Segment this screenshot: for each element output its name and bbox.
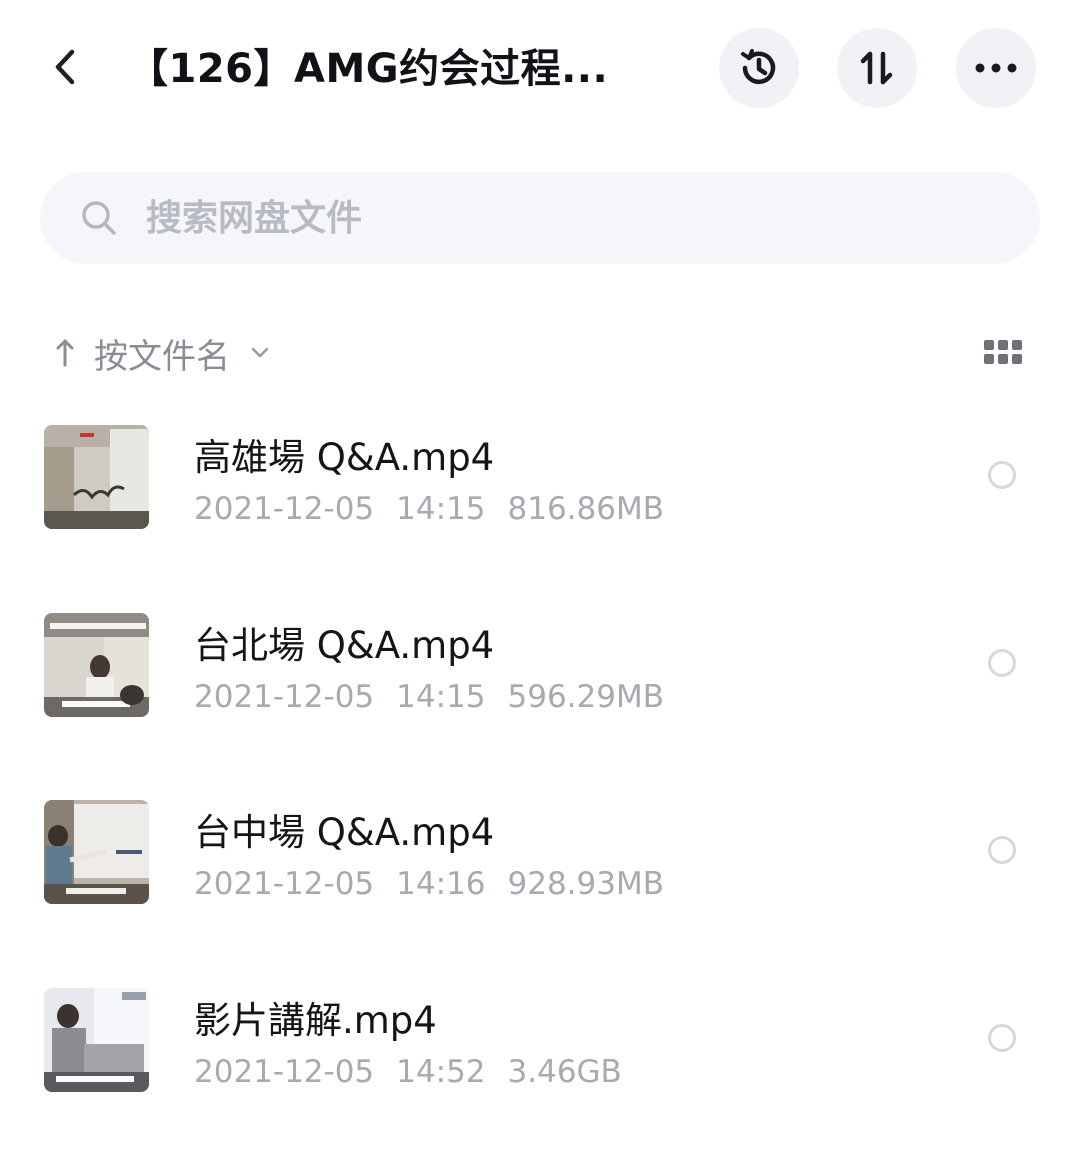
file-size: 928.93MB [507,866,664,902]
file-row[interactable]: 台北場 Q&A.mp4 2021-12-05 14:15 596.29MB [0,583,1080,771]
file-meta: 2021-12-05 14:52 3.46GB [194,1054,622,1090]
file-date: 2021-12-05 [194,678,375,715]
select-checkbox[interactable] [988,648,1016,677]
page-title: 【126】AMG约会过程... [128,46,609,92]
grid-view-icon[interactable] [984,340,1024,368]
file-time: 14:15 [396,491,486,527]
file-time: 14:15 [396,678,486,715]
sort-order-button[interactable] [837,28,917,108]
file-size: 3.46GB [507,1053,622,1090]
video-thumbnail [44,425,149,529]
file-name: 台北場 Q&A.mp4 [194,623,495,667]
file-date: 2021-12-05 [194,866,375,902]
back-button[interactable] [40,42,90,92]
history-icon [741,49,776,85]
sort-selector[interactable]: 按文件名 [50,325,272,381]
top-bar: 【126】AMG约会过程... [0,0,1080,135]
video-thumbnail [44,800,149,904]
file-size: 816.86MB [507,491,664,527]
select-checkbox[interactable] [988,461,1016,489]
file-row[interactable]: 高雄場 Q&A.mp4 2021-12-05 14:15 816.86MB [0,395,1080,583]
file-name: 高雄場 Q&A.mp4 [194,436,495,479]
file-name: 台中場 Q&A.mp4 [194,811,495,854]
video-thumbnail [44,987,149,1092]
sort-label: 按文件名 [94,336,230,377]
select-checkbox[interactable] [988,836,1016,864]
sort-toggle-icon [860,51,893,85]
search-input[interactable] [144,196,848,240]
file-meta: 2021-12-05 14:16 928.93MB [194,866,664,902]
chevron-left-icon [55,49,75,85]
more-horizontal-icon [975,63,1017,73]
search-bar[interactable] [40,172,1040,264]
more-button[interactable] [956,28,1036,108]
file-name: 影片講解.mp4 [194,998,437,1042]
file-time: 14:52 [396,1053,486,1090]
file-time: 14:16 [396,866,486,902]
file-size: 596.29MB [507,678,664,715]
file-date: 2021-12-05 [194,1053,375,1090]
file-list: 高雄場 Q&A.mp4 2021-12-05 14:15 816.86MB 台北場 … [0,395,1080,1145]
file-row[interactable]: 影片講解.mp4 2021-12-05 14:52 3.46GB [0,958,1080,1146]
file-date: 2021-12-05 [194,491,375,527]
history-button[interactable] [719,28,799,108]
search-icon [80,199,118,237]
file-row[interactable]: 台中場 Q&A.mp4 2021-12-05 14:16 928.93MB [0,770,1080,958]
video-thumbnail [44,612,149,717]
file-meta: 2021-12-05 14:15 596.29MB [194,679,664,715]
chevron-down-icon [248,341,272,365]
file-meta: 2021-12-05 14:15 816.86MB [194,491,664,527]
select-checkbox[interactable] [988,1023,1016,1052]
arrow-up-icon [50,333,80,373]
